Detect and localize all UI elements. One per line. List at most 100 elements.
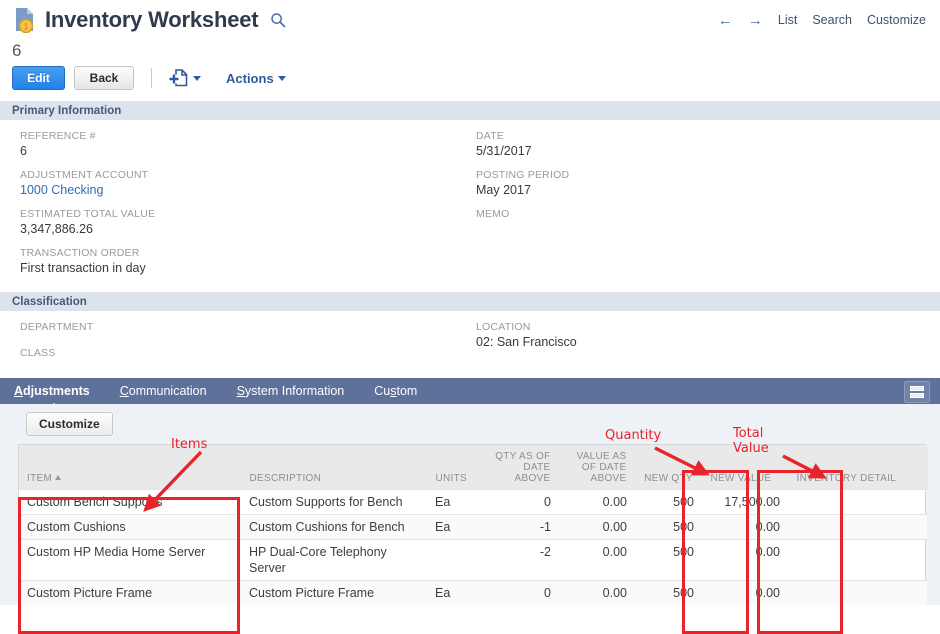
record-toolbar: Edit Back Actions	[0, 65, 940, 100]
cell-item[interactable]: Custom Cushions	[19, 513, 241, 539]
page-header: 1 Inventory Worksheet ← → List Search Cu…	[0, 0, 940, 40]
cell-inventory-detail[interactable]	[788, 488, 927, 514]
cell-new-value[interactable]: 0.00	[702, 579, 788, 605]
field-reference-number: REFERENCE # 6	[20, 129, 472, 159]
nav-back-arrow[interactable]: ←	[718, 13, 733, 28]
field-memo: MEMO	[476, 207, 940, 221]
field-label: MEMO	[476, 208, 510, 220]
field-value: First transaction in day	[20, 261, 146, 275]
cell-item[interactable]: Custom Picture Frame	[19, 579, 241, 605]
table-row[interactable]: Custom HP Media Home Server HP Dual-Core…	[19, 538, 927, 580]
svg-text:1: 1	[23, 23, 28, 32]
layout-bar-bottom	[910, 393, 924, 398]
field-value: May 2017	[476, 183, 531, 197]
tab-adjustments[interactable]: Adjustments	[14, 384, 106, 409]
nav-search-link[interactable]: Search	[812, 13, 852, 27]
column-header-value-as-of-date-above[interactable]: VALUE AS OF DATE ABOVE	[559, 445, 636, 489]
table-row[interactable]: Custom Cushions Custom Cushions for Benc…	[19, 513, 927, 539]
cell-inventory-detail[interactable]	[788, 538, 927, 580]
split-layout-icon[interactable]	[904, 381, 930, 403]
tab-label: djustments	[23, 384, 90, 398]
tab-accesskey: S	[236, 384, 245, 398]
cell-units[interactable]: Ea	[427, 513, 483, 539]
tab-accesskey: A	[14, 384, 24, 398]
field-value: 02: San Francisco	[476, 335, 577, 349]
cell-units[interactable]: Ea	[427, 579, 483, 605]
column-header-new-qty[interactable]: NEW QTY	[635, 445, 703, 489]
column-header-description[interactable]: DESCRIPTION	[241, 445, 428, 489]
cell-value-as-of-date-above[interactable]: 0.00	[559, 538, 635, 580]
cell-item[interactable]: Custom Bench Supports	[19, 488, 241, 514]
cell-inventory-detail[interactable]	[788, 513, 927, 539]
cell-inventory-detail[interactable]	[788, 579, 927, 605]
field-department: DEPARTMENT	[20, 320, 472, 337]
actions-menu-button[interactable]: Actions	[226, 71, 286, 86]
adjustments-grid-wrapper: ITEM DESCRIPTION UNITS QTY AS OF DATE AB…	[18, 444, 928, 605]
section-header-primary-information: Primary Information	[0, 100, 940, 120]
field-label: DATE	[476, 130, 505, 142]
column-header-inventory-detail[interactable]: INVENTORY DETAIL	[788, 445, 928, 489]
field-value: 6	[20, 144, 27, 158]
table-row[interactable]: Custom Bench Supports Custom Supports fo…	[19, 488, 927, 514]
cell-new-qty[interactable]: 500	[635, 538, 702, 580]
field-class: CLASS	[20, 346, 472, 363]
edit-button[interactable]: Edit	[12, 66, 65, 90]
new-document-icon	[169, 68, 189, 88]
column-header-units[interactable]: UNITS	[427, 445, 484, 489]
sort-ascending-icon	[55, 475, 62, 481]
column-header-qty-as-of-date-above[interactable]: QTY AS OF DATE ABOVE	[483, 445, 560, 489]
field-label: POSTING PERIOD	[476, 169, 570, 181]
cell-units[interactable]	[427, 538, 483, 580]
field-label: ADJUSTMENT ACCOUNT	[20, 169, 149, 181]
classification-left-column: DEPARTMENT CLASS	[0, 320, 472, 372]
back-button[interactable]: Back	[74, 66, 134, 90]
field-value: 3,347,886.26	[20, 222, 93, 236]
sublist-toolbar: Customize	[0, 412, 940, 444]
classification-fields: DEPARTMENT CLASS LOCATION 02: San Franci…	[0, 311, 940, 378]
cell-value-as-of-date-above[interactable]: 0.00	[559, 579, 635, 605]
column-header-new-value[interactable]: NEW VALUE	[702, 445, 789, 489]
cell-qty-as-of-date-above[interactable]: 0	[483, 488, 559, 514]
cell-new-qty[interactable]: 500	[635, 513, 702, 539]
customize-button[interactable]: Customize	[26, 412, 113, 436]
cell-qty-as-of-date-above[interactable]: 0	[483, 579, 559, 605]
primary-information-right-column: DATE 5/31/2017 POSTING PERIOD May 2017 M…	[472, 129, 940, 285]
header-nav: ← → List Search Customize	[718, 13, 926, 28]
nav-list-link[interactable]: List	[778, 13, 797, 27]
cell-new-qty[interactable]: 500	[635, 579, 702, 605]
nav-customize-link[interactable]: Customize	[867, 13, 926, 27]
cell-new-value[interactable]: 0.00	[702, 538, 788, 580]
tab-communication[interactable]: Communication	[120, 384, 223, 398]
cell-new-value[interactable]: 17,500.00	[702, 488, 788, 514]
cell-description[interactable]: Custom Cushions for Bench	[241, 513, 427, 539]
tab-label-prefix: Cu	[374, 384, 391, 398]
new-record-dropdown[interactable]	[169, 68, 201, 88]
cell-value-as-of-date-above[interactable]: 0.00	[559, 513, 635, 539]
column-header-item[interactable]: ITEM	[19, 445, 242, 489]
table-row[interactable]: Custom Picture Frame Custom Picture Fram…	[19, 579, 927, 605]
cell-description[interactable]: HP Dual-Core Telephony Server	[241, 538, 427, 580]
field-posting-period: POSTING PERIOD May 2017	[476, 168, 940, 198]
field-value-link[interactable]: 1000 Checking	[20, 182, 472, 198]
cell-qty-as-of-date-above[interactable]: -1	[483, 513, 559, 539]
search-icon[interactable]	[270, 12, 286, 28]
field-location: LOCATION 02: San Francisco	[476, 320, 940, 350]
tab-system-information[interactable]: System Information	[237, 384, 361, 398]
tab-label: ommunication	[128, 384, 207, 398]
tab-custom[interactable]: Custom	[374, 384, 433, 398]
cell-units[interactable]: Ea	[427, 488, 483, 514]
cell-value-as-of-date-above[interactable]: 0.00	[559, 488, 635, 514]
field-estimated-total-value: ESTIMATED TOTAL VALUE 3,347,886.26	[20, 207, 472, 237]
cell-new-value[interactable]: 0.00	[702, 513, 788, 539]
tab-label: tom	[396, 384, 418, 398]
tab-label: ystem Information	[244, 384, 345, 398]
field-label: LOCATION	[476, 321, 531, 333]
cell-new-qty[interactable]: 500	[635, 488, 702, 514]
cell-description[interactable]: Custom Supports for Bench	[241, 488, 427, 514]
nav-forward-arrow[interactable]: →	[748, 13, 763, 28]
primary-information-fields: REFERENCE # 6 ADJUSTMENT ACCOUNT 1000 Ch…	[0, 120, 940, 291]
cell-item[interactable]: Custom HP Media Home Server	[19, 538, 241, 580]
field-transaction-order: TRANSACTION ORDER First transaction in d…	[20, 246, 472, 276]
cell-qty-as-of-date-above[interactable]: -2	[483, 538, 559, 580]
cell-description[interactable]: Custom Picture Frame	[241, 579, 427, 605]
